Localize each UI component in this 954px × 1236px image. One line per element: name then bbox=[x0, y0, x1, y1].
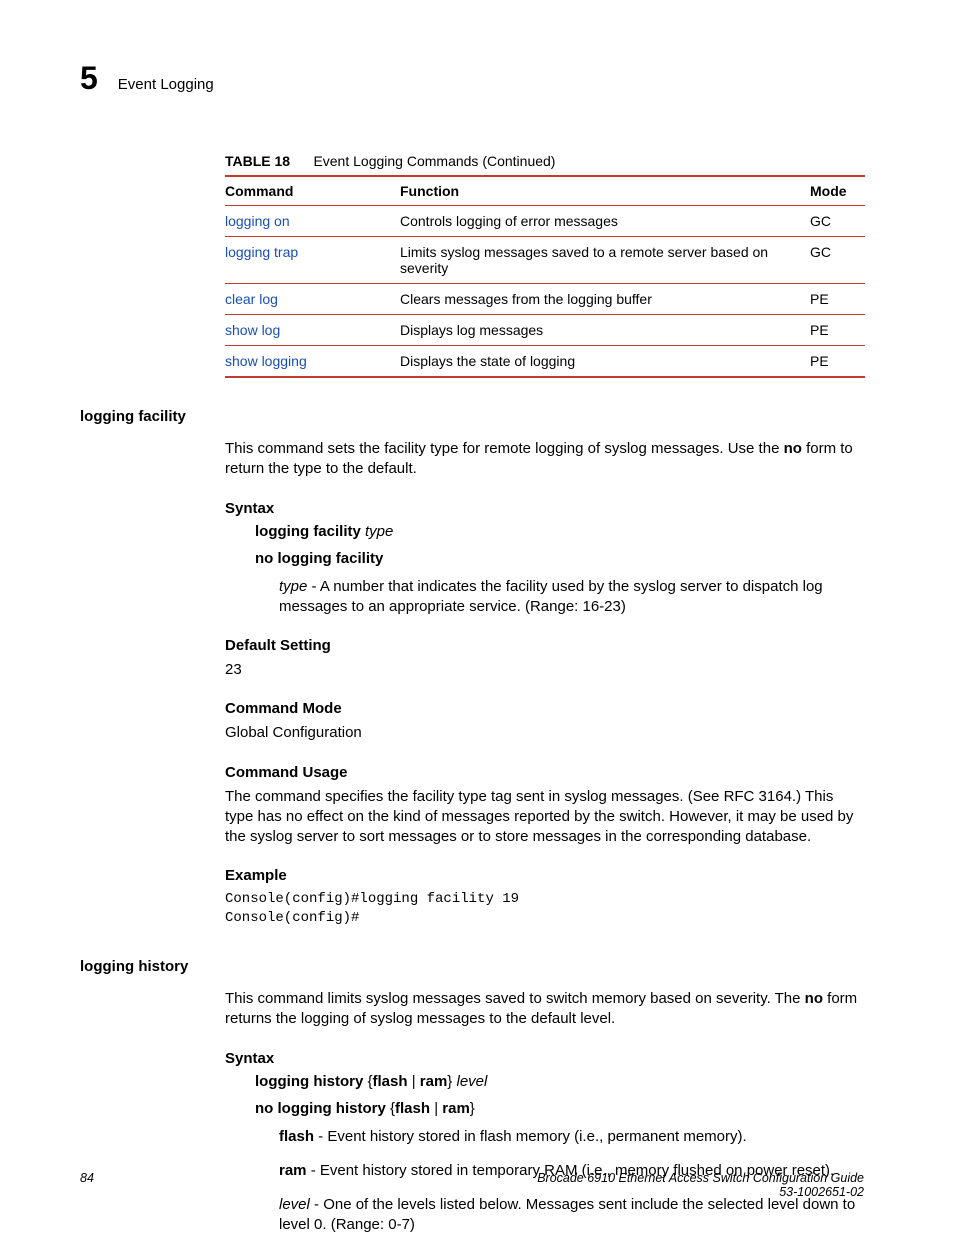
syntax-bold: logging history bbox=[255, 1073, 363, 1090]
th-mode: Mode bbox=[810, 176, 865, 206]
param-text: - One of the levels listed below. Messag… bbox=[279, 1196, 855, 1233]
page: 5 Event Logging TABLE 18 Event Logging C… bbox=[0, 0, 954, 1235]
cmd-link[interactable]: logging on bbox=[225, 213, 290, 229]
page-footer: 84 Brocade 6910 Ethernet Access Switch C… bbox=[80, 1171, 864, 1199]
param-text: - A number that indicates the facility u… bbox=[279, 578, 823, 615]
page-header: 5 Event Logging bbox=[80, 60, 864, 97]
syntax-heading: Syntax bbox=[225, 1050, 864, 1067]
bold-no: no bbox=[784, 440, 802, 457]
text: { bbox=[386, 1100, 395, 1117]
th-command: Command bbox=[225, 176, 400, 206]
syntax-line: no logging history {flash | ram} bbox=[255, 1100, 864, 1117]
section-heading-logging-facility: logging facility bbox=[80, 408, 864, 425]
text: { bbox=[363, 1073, 372, 1090]
syntax-line: logging history {flash | ram} level bbox=[255, 1073, 864, 1090]
syntax-bold: flash bbox=[395, 1100, 430, 1117]
intro-paragraph: This command limits syslog messages save… bbox=[225, 989, 864, 1030]
param-description: flash - Event history stored in flash me… bbox=[279, 1127, 864, 1147]
syntax-bold: no logging history bbox=[255, 1100, 386, 1117]
chapter-number: 5 bbox=[80, 60, 98, 97]
bold-no: no bbox=[805, 990, 823, 1007]
cmd-link[interactable]: clear log bbox=[225, 291, 278, 307]
cmd-func: Clears messages from the logging buffer bbox=[400, 284, 810, 315]
cmd-mode: PE bbox=[810, 346, 865, 378]
page-number: 84 bbox=[80, 1171, 94, 1185]
cmd-mode: GC bbox=[810, 237, 865, 284]
cmd-mode: GC bbox=[810, 206, 865, 237]
table-header-row: Command Function Mode bbox=[225, 176, 865, 206]
usage-text: The command specifies the facility type … bbox=[225, 787, 864, 848]
cmd-link[interactable]: show logging bbox=[225, 353, 307, 369]
table-caption: TABLE 18 Event Logging Commands (Continu… bbox=[225, 153, 864, 169]
syntax-bold: logging facility bbox=[255, 523, 365, 540]
param-description: level - One of the levels listed below. … bbox=[279, 1195, 864, 1236]
syntax-italic: level bbox=[456, 1073, 487, 1090]
usage-heading: Command Usage bbox=[225, 764, 864, 781]
text: This command sets the facility type for … bbox=[225, 440, 784, 457]
table-label: TABLE 18 bbox=[225, 153, 290, 169]
chapter-title: Event Logging bbox=[118, 76, 214, 93]
cmd-mode: PE bbox=[810, 315, 865, 346]
default-value: 23 bbox=[225, 660, 864, 680]
table-caption-text: Event Logging Commands (Continued) bbox=[313, 153, 555, 169]
syntax-italic: type bbox=[365, 523, 393, 540]
text: | bbox=[408, 1073, 420, 1090]
book-title: Brocade 6910 Ethernet Access Switch Conf… bbox=[537, 1171, 864, 1185]
cmd-link[interactable]: show log bbox=[225, 322, 280, 338]
intro-paragraph: This command sets the facility type for … bbox=[225, 439, 864, 480]
syntax-line: no logging facility bbox=[255, 550, 864, 567]
section-heading-logging-history: logging history bbox=[80, 958, 864, 975]
param-name: type bbox=[279, 578, 307, 595]
cmd-func: Displays the state of logging bbox=[400, 346, 810, 378]
section-body: This command sets the facility type for … bbox=[225, 439, 864, 928]
syntax-heading: Syntax bbox=[225, 500, 864, 517]
text: | bbox=[430, 1100, 442, 1117]
cmd-func: Controls logging of error messages bbox=[400, 206, 810, 237]
example-code: Console(config)#logging facility 19 Cons… bbox=[225, 890, 864, 928]
table-row: show logging Displays the state of loggi… bbox=[225, 346, 865, 378]
text: } bbox=[470, 1100, 475, 1117]
cmd-func: Displays log messages bbox=[400, 315, 810, 346]
mode-heading: Command Mode bbox=[225, 700, 864, 717]
cmd-mode: PE bbox=[810, 284, 865, 315]
cmd-func: Limits syslog messages saved to a remote… bbox=[400, 237, 810, 284]
syntax-line: logging facility type bbox=[255, 523, 864, 540]
table-row: show log Displays log messages PE bbox=[225, 315, 865, 346]
table-row: clear log Clears messages from the loggi… bbox=[225, 284, 865, 315]
commands-table: Command Function Mode logging on Control… bbox=[225, 175, 865, 378]
table-block: TABLE 18 Event Logging Commands (Continu… bbox=[225, 153, 864, 378]
doc-number: 53-1002651-02 bbox=[779, 1185, 864, 1199]
text: This command limits syslog messages save… bbox=[225, 990, 805, 1007]
mode-value: Global Configuration bbox=[225, 723, 864, 743]
param-name: flash bbox=[279, 1128, 314, 1145]
syntax-bold: flash bbox=[373, 1073, 408, 1090]
syntax-bold: ram bbox=[442, 1100, 470, 1117]
default-heading: Default Setting bbox=[225, 637, 864, 654]
param-text: - Event history stored in flash memory (… bbox=[314, 1128, 747, 1145]
param-description: type - A number that indicates the facil… bbox=[279, 577, 864, 618]
table-row: logging trap Limits syslog messages save… bbox=[225, 237, 865, 284]
example-heading: Example bbox=[225, 867, 864, 884]
cmd-link[interactable]: logging trap bbox=[225, 244, 298, 260]
syntax-bold: ram bbox=[420, 1073, 448, 1090]
table-row: logging on Controls logging of error mes… bbox=[225, 206, 865, 237]
th-function: Function bbox=[400, 176, 810, 206]
syntax-bold: no logging facility bbox=[255, 550, 383, 567]
